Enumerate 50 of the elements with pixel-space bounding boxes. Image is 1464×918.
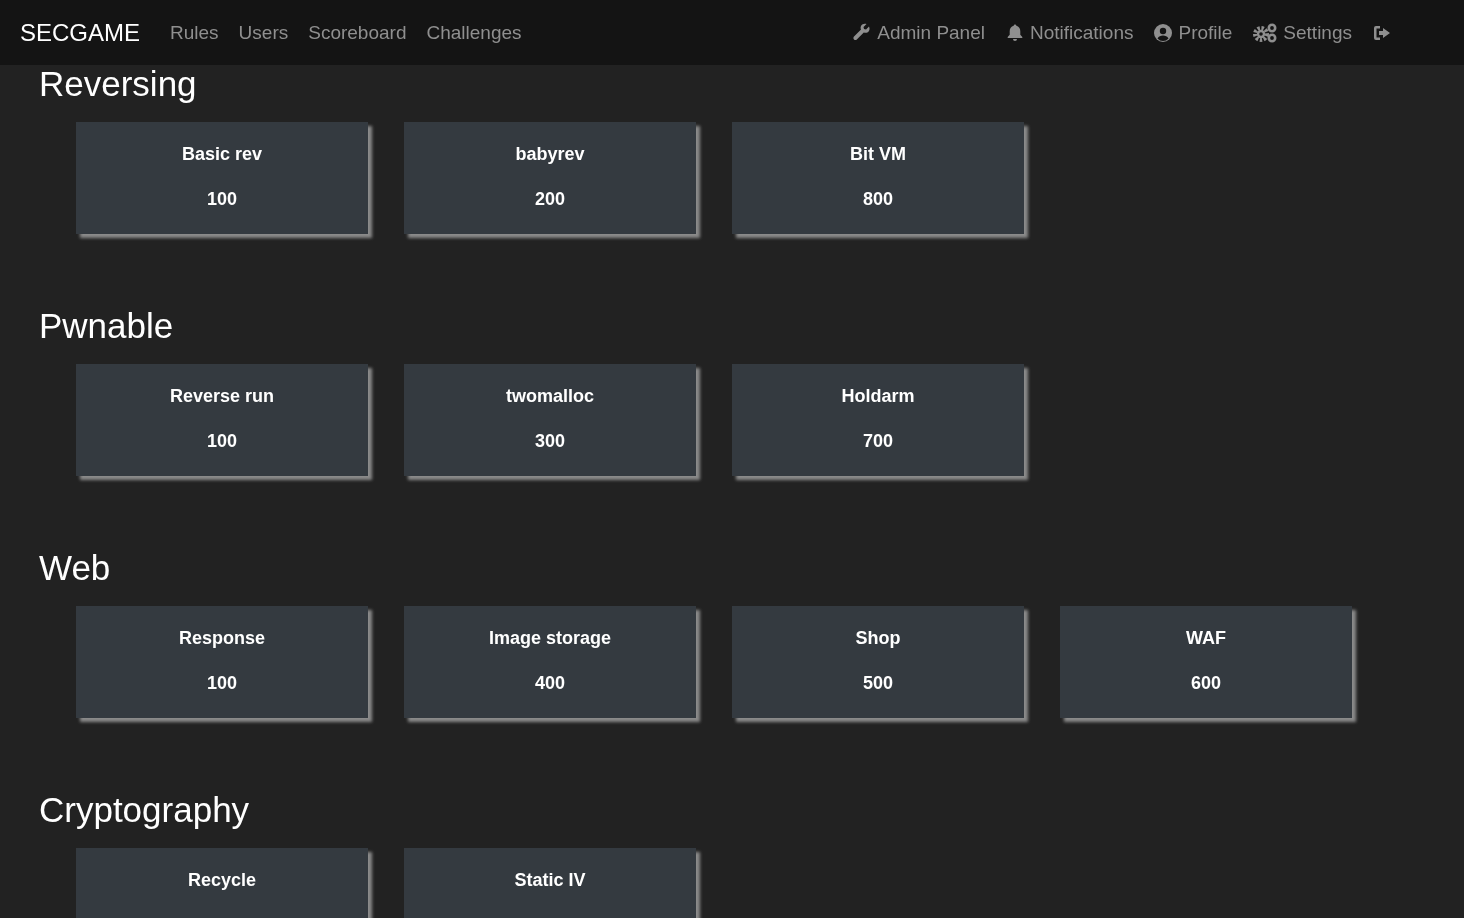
challenge-card[interactable]: Basic rev 100: [76, 122, 368, 234]
challenge-card[interactable]: Image storage 400: [404, 606, 696, 718]
challenge-points: 100: [205, 673, 238, 694]
nav-link[interactable]: Profile: [1153, 21, 1233, 44]
challenge-name: Recycle: [186, 870, 258, 891]
nav-link[interactable]: Settings: [1252, 21, 1352, 44]
challenge-points: 700: [861, 431, 894, 452]
challenge-name: Bit VM: [849, 144, 907, 165]
challenge-card[interactable]: Static IV: [404, 848, 696, 918]
challenge-points: 600: [1189, 673, 1222, 694]
challenge-card[interactable]: Bit VM 800: [732, 122, 1024, 234]
user-circle-icon: [1153, 22, 1174, 43]
challenge-name: Shop: [854, 628, 902, 649]
challenge-card[interactable]: twomalloc 300: [404, 364, 696, 476]
challenge-points: 400: [533, 673, 566, 694]
challenge-points: 200: [533, 189, 566, 210]
challenge-name: Basic rev: [180, 144, 264, 165]
challenge-card[interactable]: babyrev 200: [404, 122, 696, 234]
challenge-name: Holdarm: [840, 386, 916, 407]
challenge-card[interactable]: Shop 500: [732, 606, 1024, 718]
challenge-name: twomalloc: [505, 386, 595, 407]
nav-link[interactable]: Users: [238, 21, 289, 44]
category-title: Pwnable: [39, 307, 175, 345]
category-title: Web: [39, 549, 112, 587]
challenge-name: Image storage: [487, 628, 612, 649]
challenge-name: Reverse run: [168, 386, 276, 407]
category-title: Reversing: [39, 65, 198, 103]
challenge-name: Response: [178, 628, 266, 649]
challenge-points: 100: [205, 431, 238, 452]
challenge-name: WAF: [1185, 628, 1227, 649]
brand-link[interactable]: SECGAME: [20, 18, 141, 47]
challenge-card[interactable]: Recycle: [76, 848, 368, 918]
nav-link[interactable]: Scoreboard: [308, 21, 407, 44]
challenge-card[interactable]: Response 100: [76, 606, 368, 718]
nav-link[interactable]: Challenges: [426, 21, 522, 44]
challenge-points: 500: [861, 673, 894, 694]
challenge-points: 100: [205, 189, 238, 210]
nav-link[interactable]: Admin Panel: [852, 21, 985, 44]
challenge-card[interactable]: Reverse run 100: [76, 364, 368, 476]
category-title: Cryptography: [39, 791, 251, 829]
nav-link[interactable]: Notifications: [1005, 21, 1134, 44]
gears-icon: [1252, 22, 1279, 43]
bell-icon: [1005, 22, 1025, 43]
challenge-points: 800: [861, 189, 894, 210]
challenge-name: Static IV: [513, 870, 587, 891]
challenge-card[interactable]: Holdarm 700: [732, 364, 1024, 476]
challenge-points: 300: [533, 431, 566, 452]
nav-link[interactable]: Rules: [170, 21, 219, 44]
challenge-name: babyrev: [514, 144, 586, 165]
challenge-card[interactable]: WAF 600: [1060, 606, 1352, 718]
